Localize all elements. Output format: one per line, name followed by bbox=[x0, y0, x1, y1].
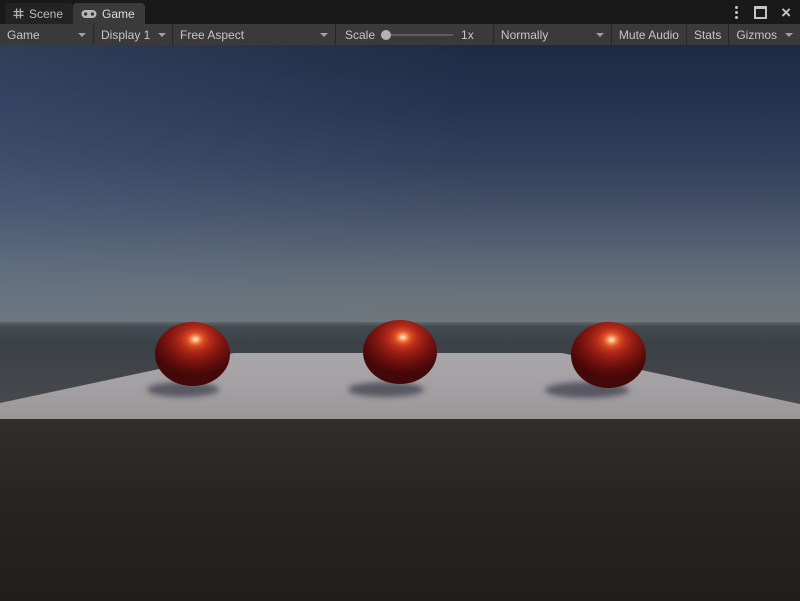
chevron-down-icon bbox=[785, 33, 793, 37]
scale-slider-knob[interactable] bbox=[381, 30, 391, 40]
tab-game[interactable]: Game bbox=[73, 3, 145, 24]
scale-value: 1x bbox=[461, 28, 474, 42]
gamepad-icon bbox=[81, 9, 97, 19]
sphere-2 bbox=[363, 320, 437, 384]
display-label: Display 1 bbox=[101, 28, 150, 42]
enter-play-mode-dropdown[interactable]: Normally bbox=[493, 24, 611, 45]
chevron-down-icon bbox=[158, 33, 166, 37]
window-controls: × bbox=[733, 0, 800, 24]
tab-game-label: Game bbox=[102, 7, 135, 21]
game-view-toolbar: Game Display 1 Free Aspect Scale 1x Norm… bbox=[0, 24, 800, 45]
tab-scene[interactable]: Scene bbox=[5, 3, 73, 24]
aspect-ratio-dropdown[interactable]: Free Aspect bbox=[173, 24, 336, 45]
scale-label: Scale bbox=[345, 28, 375, 42]
chevron-down-icon bbox=[78, 33, 86, 37]
gizmos-dropdown[interactable]: Gizmos bbox=[728, 24, 800, 45]
stats-button[interactable]: Stats bbox=[686, 24, 728, 45]
grid-icon bbox=[13, 8, 24, 19]
sphere-1 bbox=[155, 322, 230, 386]
chevron-down-icon bbox=[320, 33, 328, 37]
scale-slider-track[interactable] bbox=[381, 34, 453, 36]
game-render-viewport bbox=[0, 45, 800, 601]
maximize-icon[interactable] bbox=[754, 6, 767, 19]
scale-slider[interactable] bbox=[381, 24, 453, 45]
close-icon[interactable]: × bbox=[781, 4, 791, 21]
toolbar-right-group: Normally Mute Audio Stats Gizmos bbox=[493, 24, 800, 45]
game-mode-label: Game bbox=[7, 28, 40, 42]
kebab-menu-icon[interactable] bbox=[733, 4, 740, 21]
game-mode-dropdown[interactable]: Game bbox=[0, 24, 94, 45]
gizmos-label: Gizmos bbox=[736, 28, 777, 42]
skybox-gradient bbox=[0, 45, 800, 323]
unity-game-view-window: Scene Game × Game Display 1 bbox=[0, 0, 800, 601]
stats-label: Stats bbox=[694, 28, 721, 42]
sphere-3 bbox=[571, 322, 646, 388]
sphere-2-shadow bbox=[348, 382, 424, 397]
mute-audio-button[interactable]: Mute Audio bbox=[611, 24, 686, 45]
lower-skybox-ground bbox=[0, 418, 800, 601]
display-dropdown[interactable]: Display 1 bbox=[94, 24, 173, 45]
chevron-down-icon bbox=[596, 33, 604, 37]
mute-audio-label: Mute Audio bbox=[619, 28, 679, 42]
aspect-label: Free Aspect bbox=[180, 28, 244, 42]
tab-bar: Scene Game × bbox=[0, 0, 800, 24]
tab-scene-label: Scene bbox=[29, 7, 63, 21]
enter-play-mode-label: Normally bbox=[501, 28, 548, 42]
